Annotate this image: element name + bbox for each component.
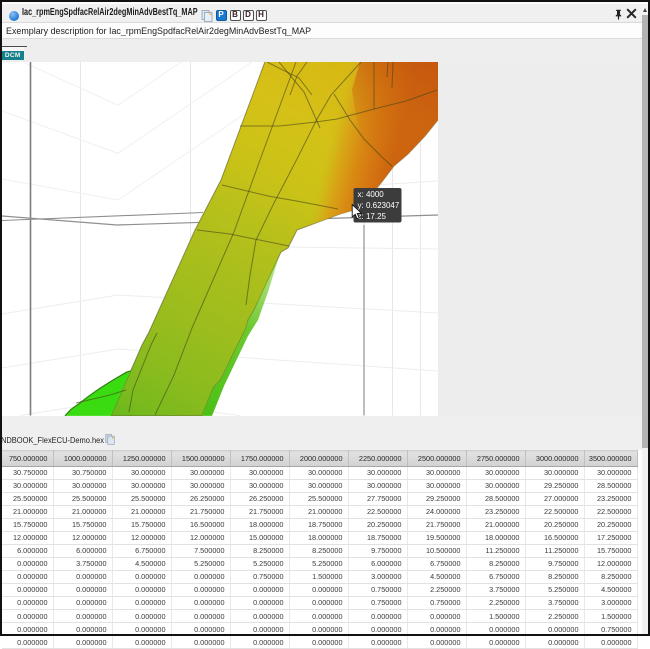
- svg-text:y: 0.623047: y: 0.623047: [358, 201, 400, 210]
- svg-text:x: 4000: x: 4000: [358, 190, 385, 199]
